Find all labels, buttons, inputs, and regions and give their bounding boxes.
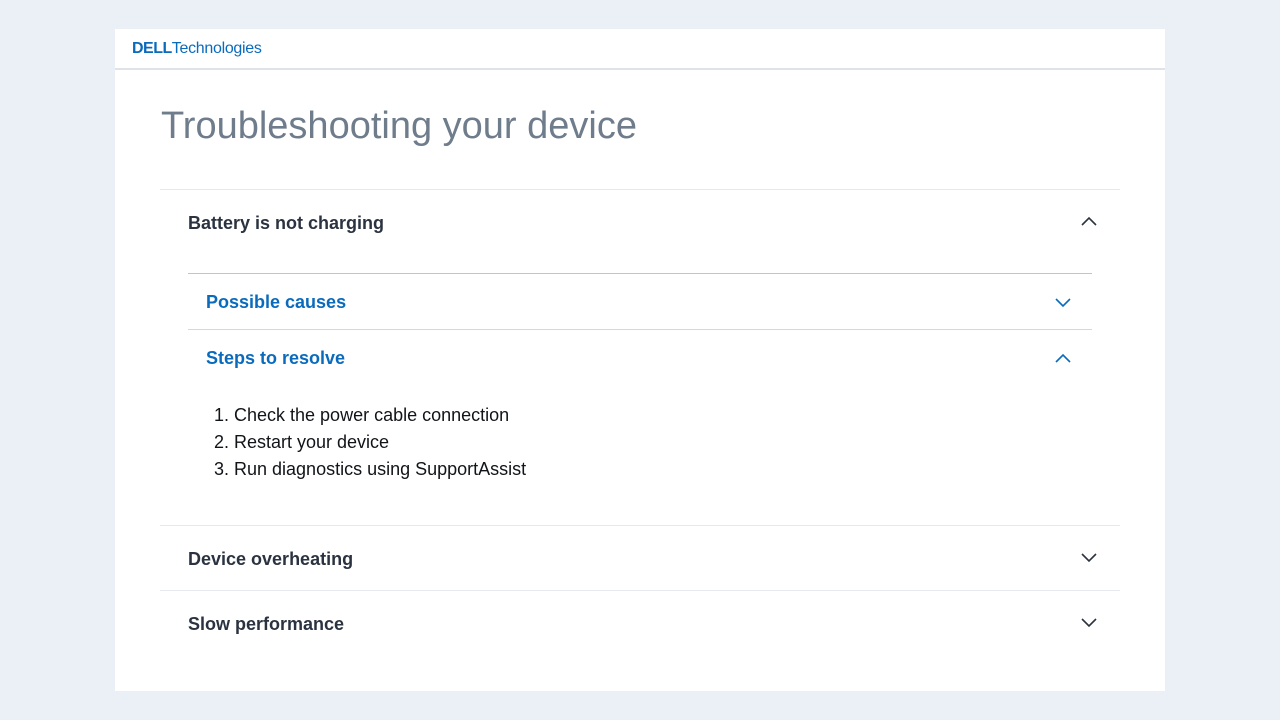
sub-accordion-title: Possible causes — [206, 292, 347, 312]
chevron-down-icon[interactable] — [1080, 615, 1098, 629]
page-title: Troubleshooting your device — [161, 105, 637, 147]
accordion-header-overheating[interactable]: Device overheating — [160, 526, 1120, 590]
dell-technologies-logo[interactable]: DELLTechnologies — [132, 39, 262, 59]
accordion-header-slow-performance[interactable]: Slow performance — [160, 591, 1120, 655]
accordion-title: Battery is not charging — [188, 213, 385, 233]
chevron-up-icon[interactable] — [1054, 351, 1072, 365]
accordion-item-battery: Battery is not charging Possible causes … — [160, 189, 1120, 525]
accordion-item-overheating: Device overheating — [160, 525, 1120, 590]
header-bar: DELLTechnologies — [115, 29, 1165, 70]
steps-list: Check the power cable connection Restart… — [188, 402, 1092, 483]
accordion-body-battery: Possible causes Steps to resolve Check t… — [160, 254, 1120, 525]
chevron-down-icon[interactable] — [1054, 295, 1072, 309]
accordion-header-battery[interactable]: Battery is not charging — [160, 190, 1120, 254]
sub-accordion: Possible causes Steps to resolve Check t… — [188, 273, 1092, 483]
troubleshooting-accordion: Battery is not charging Possible causes … — [160, 189, 1120, 655]
sub-accordion-steps-to-resolve[interactable]: Steps to resolve — [188, 330, 1092, 385]
step-item: Check the power cable connection — [234, 402, 1092, 429]
step-item: Restart your device — [234, 429, 1092, 456]
main-card: DELLTechnologies Troubleshooting your de… — [115, 29, 1165, 691]
accordion-item-slow-performance: Slow performance — [160, 590, 1120, 655]
logo-dell-text: DELL — [132, 40, 172, 57]
chevron-down-icon[interactable] — [1080, 550, 1098, 564]
sub-accordion-possible-causes[interactable]: Possible causes — [188, 274, 1092, 330]
step-item: Run diagnostics using SupportAssist — [234, 456, 1092, 483]
chevron-up-icon[interactable] — [1080, 214, 1098, 228]
accordion-title: Slow performance — [188, 614, 345, 634]
accordion-title: Device overheating — [188, 549, 354, 569]
sub-accordion-title: Steps to resolve — [206, 348, 346, 368]
logo-technologies-text: Technologies — [171, 40, 262, 57]
